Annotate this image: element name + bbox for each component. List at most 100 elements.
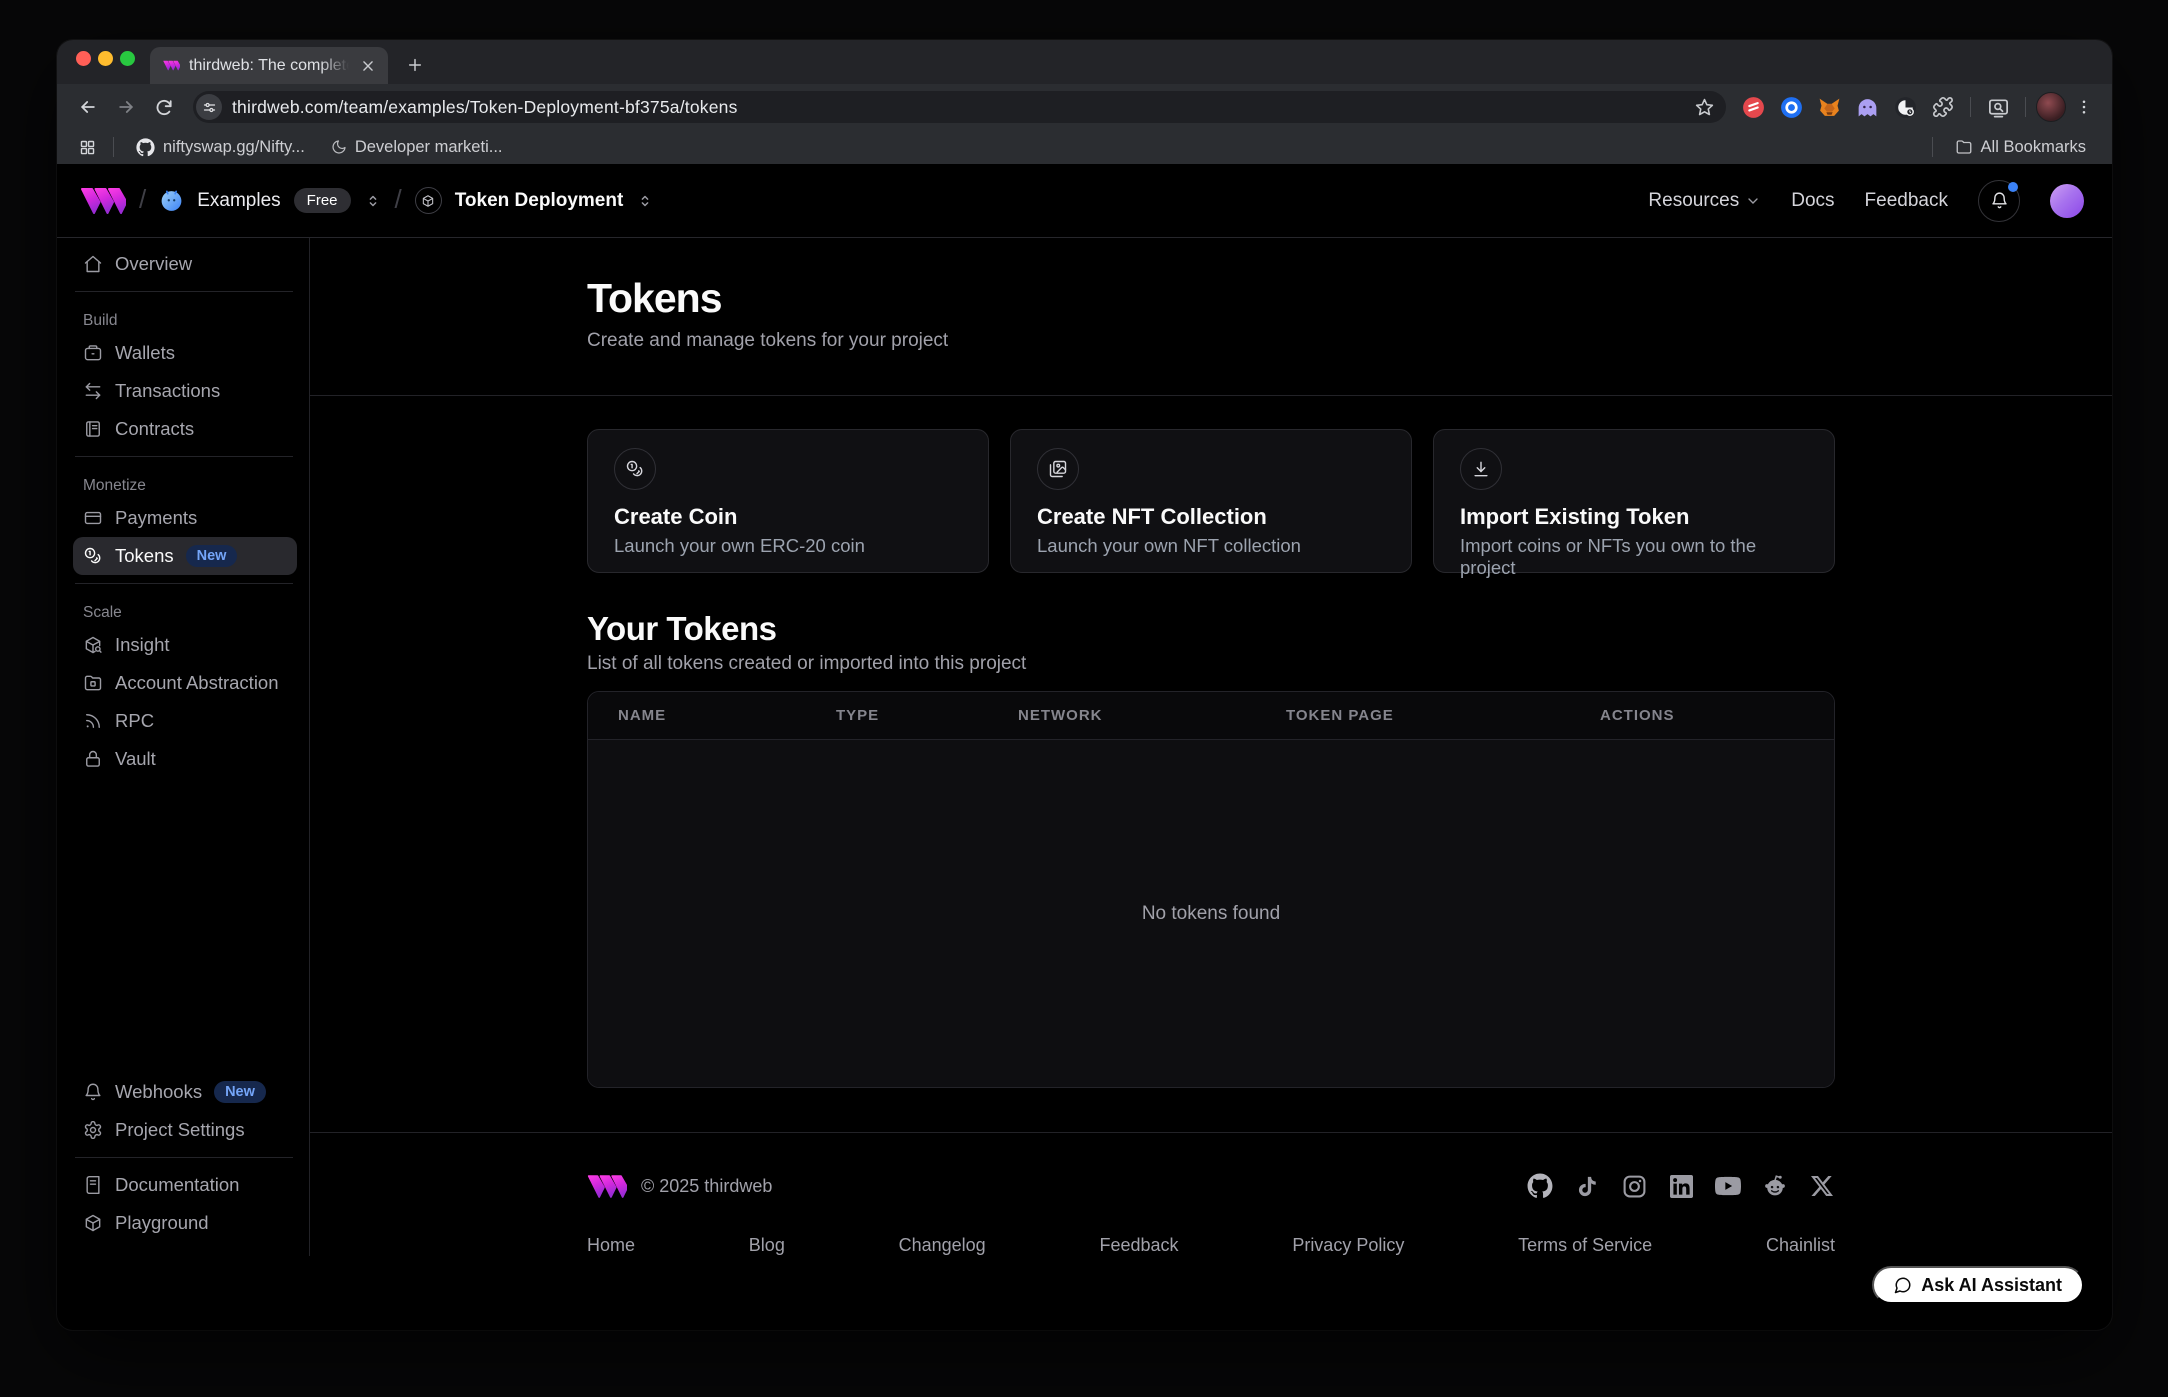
bookmark-label: Developer marketi... bbox=[355, 138, 503, 157]
browser-toolbar: thirdweb.com/team/examples/Token-Deploym… bbox=[57, 84, 2112, 130]
bookmark-item[interactable]: niftyswap.gg/Nifty... bbox=[126, 134, 315, 160]
bookmarks-bar: niftyswap.gg/Nifty... Developer marketi.… bbox=[57, 130, 2112, 164]
tab-close-icon[interactable] bbox=[358, 56, 378, 76]
minimize-window-button[interactable] bbox=[98, 51, 113, 66]
kebab-menu-icon[interactable] bbox=[2070, 90, 2098, 124]
create-nft-collection-card[interactable]: Create NFT Collection Launch your own NF… bbox=[1010, 429, 1412, 573]
footer-link-chainlist[interactable]: Chainlist bbox=[1766, 1235, 1835, 1256]
sidebar-item-documentation[interactable]: Documentation bbox=[73, 1166, 297, 1204]
social-links bbox=[1527, 1173, 1835, 1199]
nav-docs[interactable]: Docs bbox=[1791, 190, 1834, 212]
team-switcher-chevrons-icon[interactable] bbox=[364, 192, 382, 210]
sidebar-item-payments[interactable]: Payments bbox=[73, 499, 297, 537]
create-coin-card[interactable]: Create Coin Launch your own ERC-20 coin bbox=[587, 429, 989, 573]
blue-ring-extension-icon[interactable] bbox=[1774, 90, 1808, 124]
tab-strip: thirdweb: The complete web3 bbox=[57, 40, 2112, 84]
github-icon[interactable] bbox=[1527, 1173, 1553, 1199]
screen-search-icon[interactable] bbox=[1981, 90, 2015, 124]
breadcrumb-separator: / bbox=[139, 184, 146, 215]
notebook-icon bbox=[83, 419, 103, 439]
reload-icon[interactable] bbox=[147, 90, 181, 124]
footer-link-feedback[interactable]: Feedback bbox=[1099, 1235, 1178, 1256]
team-name[interactable]: Examples bbox=[197, 190, 280, 212]
sidebar-item-account-abstraction[interactable]: Account Abstraction bbox=[73, 664, 297, 702]
metamask-fox-icon[interactable] bbox=[1812, 90, 1846, 124]
footer-link-blog[interactable]: Blog bbox=[749, 1235, 785, 1256]
nav-feedback[interactable]: Feedback bbox=[1865, 190, 1948, 212]
notifications-button[interactable] bbox=[1978, 180, 2020, 222]
close-window-button[interactable] bbox=[76, 51, 91, 66]
download-icon bbox=[1460, 448, 1502, 490]
site-info-icon[interactable] bbox=[196, 94, 222, 120]
browser-profile-avatar[interactable] bbox=[2036, 92, 2066, 122]
github-icon bbox=[136, 138, 155, 157]
sidebar-item-overview[interactable]: Overview bbox=[73, 245, 297, 283]
sidebar-item-playground[interactable]: Playground bbox=[73, 1204, 297, 1242]
bookmark-item[interactable]: Developer marketi... bbox=[321, 134, 513, 160]
all-bookmarks-button[interactable]: All Bookmarks bbox=[1945, 134, 2096, 160]
puzzle-extensions-icon[interactable] bbox=[1926, 90, 1960, 124]
ask-ai-assistant-button[interactable]: Ask AI Assistant bbox=[1872, 1266, 2084, 1304]
x-icon[interactable] bbox=[1809, 1173, 1835, 1199]
credit-card-icon bbox=[83, 508, 103, 528]
copyright-text: © 2025 thirdweb bbox=[641, 1176, 772, 1197]
footer-link-privacy-policy[interactable]: Privacy Policy bbox=[1292, 1235, 1404, 1256]
instagram-icon[interactable] bbox=[1621, 1173, 1647, 1199]
project-name[interactable]: Token Deployment bbox=[455, 190, 624, 212]
sidebar-item-wallets[interactable]: Wallets bbox=[73, 334, 297, 372]
card-description: Import coins or NFTs you own to the proj… bbox=[1460, 535, 1808, 579]
url-bar[interactable]: thirdweb.com/team/examples/Token-Deploym… bbox=[193, 91, 1726, 123]
red-badge-extension-icon[interactable] bbox=[1736, 90, 1770, 124]
lock-icon bbox=[83, 749, 103, 769]
linkedin-icon[interactable] bbox=[1668, 1173, 1694, 1199]
sidebar-item-transactions[interactable]: Transactions bbox=[73, 372, 297, 410]
sidebar-item-contracts[interactable]: Contracts bbox=[73, 410, 297, 448]
bell-icon bbox=[1990, 191, 2009, 210]
footer-link-changelog[interactable]: Changelog bbox=[899, 1235, 986, 1256]
table-header-row: NAME TYPE NETWORK TOKEN PAGE ACTIONS bbox=[588, 692, 1834, 740]
tiktok-icon[interactable] bbox=[1574, 1173, 1600, 1199]
sidebar-item-vault[interactable]: Vault bbox=[73, 740, 297, 778]
your-tokens-subtitle: List of all tokens created or imported i… bbox=[587, 653, 1835, 675]
forward-icon[interactable] bbox=[109, 90, 143, 124]
footer-link-terms-of-service[interactable]: Terms of Service bbox=[1518, 1235, 1652, 1256]
reddit-icon[interactable] bbox=[1762, 1173, 1788, 1199]
sidebar-section-monetize: Monetize bbox=[83, 477, 297, 495]
all-bookmarks-label: All Bookmarks bbox=[1981, 138, 2086, 157]
sidebar-item-rpc[interactable]: RPC bbox=[73, 702, 297, 740]
chat-bubble-icon bbox=[1894, 1276, 1912, 1294]
package-search-icon bbox=[83, 635, 103, 655]
thirdweb-logo[interactable] bbox=[80, 187, 126, 215]
footer-link-home[interactable]: Home bbox=[587, 1235, 635, 1256]
apps-grid-icon[interactable] bbox=[73, 133, 101, 161]
sidebar-section-build: Build bbox=[83, 312, 297, 330]
rss-icon bbox=[83, 711, 103, 731]
fullscreen-window-button[interactable] bbox=[120, 51, 135, 66]
images-icon bbox=[1037, 448, 1079, 490]
sidebar-divider bbox=[75, 456, 293, 457]
sidebar-item-project-settings[interactable]: Project Settings bbox=[73, 1111, 297, 1149]
sidebar-item-tokens[interactable]: Tokens New bbox=[73, 537, 297, 575]
card-description: Launch your own ERC-20 coin bbox=[614, 535, 962, 557]
youtube-icon[interactable] bbox=[1715, 1173, 1741, 1199]
breadcrumb-separator: / bbox=[395, 184, 402, 215]
dark-clock-extension-icon[interactable] bbox=[1888, 90, 1922, 124]
browser-tab[interactable]: thirdweb: The complete web3 bbox=[150, 47, 388, 84]
import-existing-token-card[interactable]: Import Existing Token Import coins or NF… bbox=[1433, 429, 1835, 573]
folder-box-icon bbox=[83, 673, 103, 693]
bookmark-star-icon[interactable] bbox=[1692, 95, 1716, 119]
breadcrumb: / Examples Free / Token Deployment bbox=[80, 185, 654, 216]
user-avatar[interactable] bbox=[2050, 184, 2084, 218]
tab-favicon-thirdweb-logo-icon bbox=[163, 60, 180, 71]
your-tokens-title: Your Tokens bbox=[587, 611, 1835, 647]
project-switcher-chevrons-icon[interactable] bbox=[636, 192, 654, 210]
sidebar-item-insight[interactable]: Insight bbox=[73, 626, 297, 664]
phantom-ghost-icon[interactable] bbox=[1850, 90, 1884, 124]
nav-resources[interactable]: Resources bbox=[1648, 190, 1761, 212]
desktop-background: thirdweb: The complete web3 bbox=[0, 0, 2168, 1397]
folder-icon bbox=[1955, 138, 1973, 156]
back-icon[interactable] bbox=[71, 90, 105, 124]
new-tab-button[interactable] bbox=[400, 50, 430, 80]
sidebar-item-webhooks[interactable]: Webhooks New bbox=[73, 1073, 297, 1111]
moon-icon bbox=[331, 139, 347, 155]
